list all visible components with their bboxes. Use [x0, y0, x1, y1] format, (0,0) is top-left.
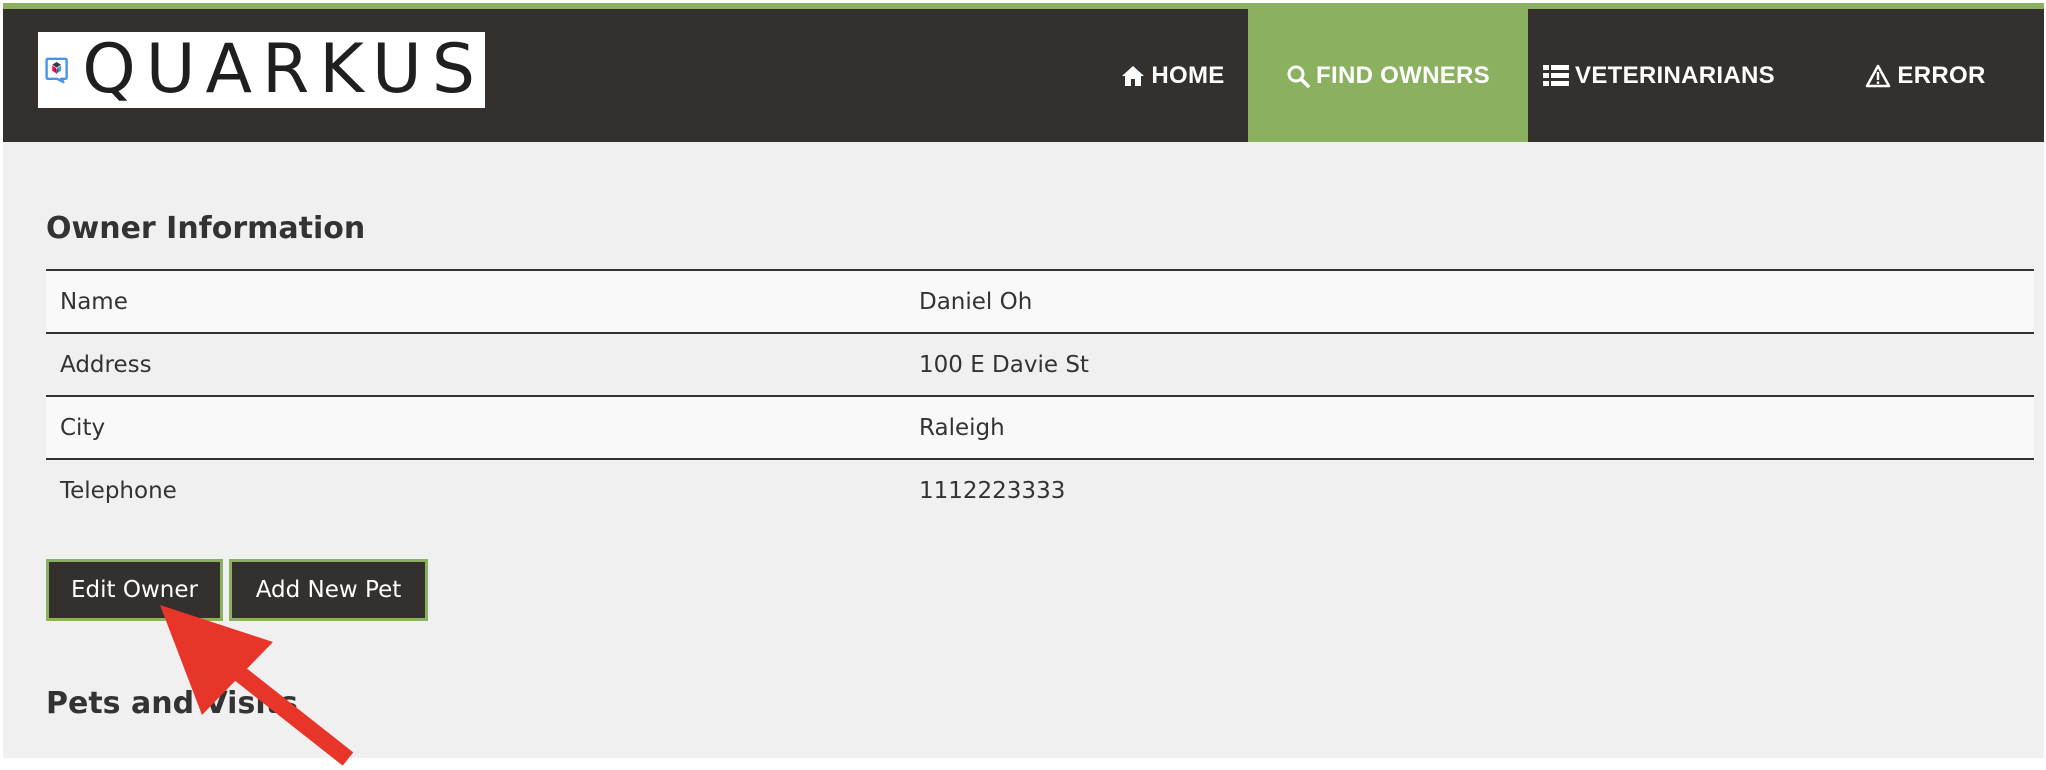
search-icon [1287, 65, 1310, 88]
nav-find-owners[interactable]: FIND OWNERS [1248, 9, 1528, 142]
edit-owner-button[interactable]: Edit Owner [46, 559, 223, 621]
row-label: City [60, 414, 106, 441]
quarkus-logo-icon [45, 57, 68, 84]
nav-home[interactable]: HOME [1093, 9, 1253, 142]
owner-information-heading: Owner Information [46, 211, 366, 246]
row-value: Raleigh [919, 414, 1005, 441]
row-value: 100 E Davie St [919, 351, 1089, 378]
nav-veterinarians-label: VETERINARIANS [1575, 61, 1775, 89]
table-row: City Raleigh [46, 396, 2034, 459]
row-label: Address [60, 351, 152, 378]
table-row: Address 100 E Davie St [46, 333, 2034, 396]
navbar: QUARKUS HOME FIND OWNERS VETERINARIANS E… [3, 9, 2044, 142]
row-label: Telephone [60, 478, 177, 504]
nav-error-label: ERROR [1897, 61, 1986, 89]
nav-home-label: HOME [1151, 61, 1225, 89]
nav-error[interactable]: ERROR [1843, 9, 2008, 142]
brand-logo[interactable]: QUARKUS [38, 32, 485, 108]
add-new-pet-button[interactable]: Add New Pet [229, 559, 428, 621]
nav-veterinarians[interactable]: VETERINARIANS [1530, 9, 1788, 142]
table-row: Telephone 1112223333 [46, 459, 2034, 522]
warning-icon [1866, 64, 1891, 87]
table-row: Name Daniel Oh [46, 270, 2034, 333]
brand-logo-text: QUARKUS [82, 30, 485, 109]
pets-and-visits-heading: Pets and Visits [46, 686, 298, 721]
row-label: Name [60, 288, 128, 315]
page: QUARKUS HOME FIND OWNERS VETERINARIANS E… [3, 3, 2044, 758]
row-value: 1112223333 [919, 478, 1066, 504]
row-value: Daniel Oh [919, 288, 1033, 315]
home-icon [1122, 65, 1145, 86]
list-icon [1543, 64, 1570, 86]
nav-find-owners-label: FIND OWNERS [1316, 61, 1490, 89]
owner-info-table: Name Daniel Oh Address 100 E Davie St Ci… [46, 269, 2034, 522]
